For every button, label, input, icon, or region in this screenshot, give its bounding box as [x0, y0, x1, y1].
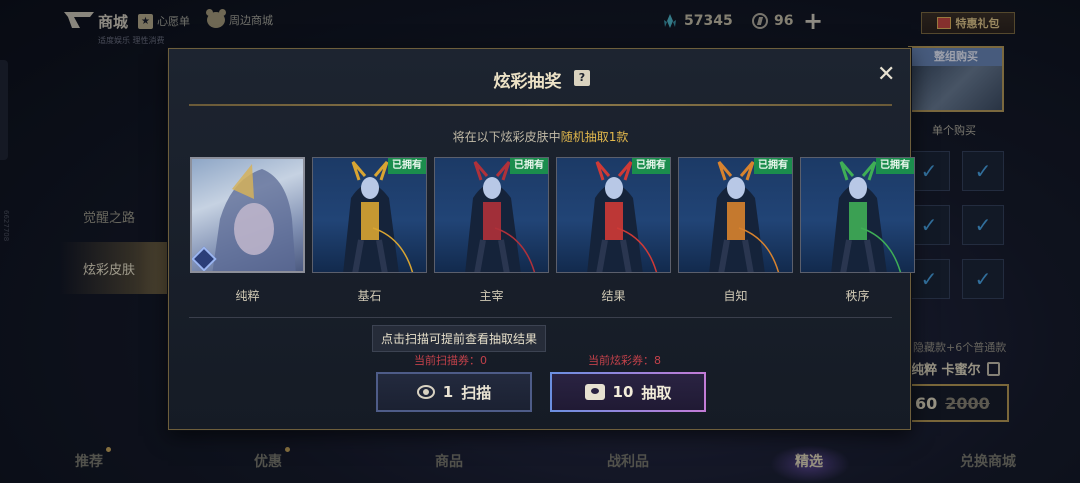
skin-name-label: 结果 [601, 289, 626, 303]
ticket-icon [584, 384, 605, 400]
scan-tooltip: 点击扫描可提前查看抽取结果 [372, 325, 547, 352]
help-icon[interactable]: ? [574, 70, 590, 86]
dialog-intro: 将在以下炫彩皮肤中随机抽取1款 [169, 128, 912, 145]
draw-label: 抽取 [641, 383, 672, 402]
current-scan-tickets: 当前扫描券：0 [414, 354, 487, 367]
chroma-skin-card[interactable]: 已拥有 [312, 157, 427, 273]
draw-button[interactable]: 10 抽取 [550, 372, 706, 412]
champion-figure-icon [465, 161, 536, 272]
champion-figure-icon [587, 161, 658, 272]
skin-name-label: 主宰 [479, 289, 504, 303]
scan-count: 1 [442, 383, 454, 401]
champion-figure-icon [831, 161, 902, 272]
skin-name-label: 基石 [357, 289, 382, 303]
scan-button[interactable]: 1 扫描 [376, 372, 532, 412]
eye-icon [416, 385, 435, 399]
owned-badge: 已拥有 [388, 158, 426, 174]
owned-badge: 已拥有 [876, 158, 914, 174]
divider [189, 317, 892, 318]
owned-badge: 已拥有 [510, 158, 548, 174]
owned-badge: 已拥有 [754, 158, 792, 174]
skin-name-label: 秩序 [845, 289, 870, 303]
chroma-skin-card[interactable]: 已拥有 [556, 157, 671, 273]
owned-badge: 已拥有 [632, 158, 670, 174]
champion-figure-icon [343, 161, 414, 272]
intro-highlight: 随机抽取1款 [560, 130, 629, 144]
chroma-skin-card[interactable]: 已拥有 [800, 157, 915, 273]
current-chroma-tickets: 当前炫彩券：8 [588, 354, 661, 367]
title-divider [189, 104, 892, 106]
intro-text: 将在以下炫彩皮肤中 [452, 130, 561, 144]
draw-count: 10 [612, 383, 634, 401]
close-button[interactable]: ✕ [877, 63, 895, 87]
chroma-lottery-dialog: 炫彩抽奖 ? ✕ 将在以下炫彩皮肤中随机抽取1款 纯粹 已拥有基石 已拥有主宰 已拥有… [168, 48, 915, 430]
skin-name-label: 自知 [723, 289, 748, 303]
skin-name-label: 纯粹 [235, 289, 260, 303]
chroma-skin-card[interactable] [190, 157, 305, 273]
chroma-skin-card[interactable]: 已拥有 [678, 157, 793, 273]
champion-figure-icon [709, 161, 780, 272]
scan-label: 扫描 [461, 383, 492, 402]
dialog-title: 炫彩抽奖 [493, 72, 562, 92]
chroma-skin-card[interactable]: 已拥有 [434, 157, 549, 273]
